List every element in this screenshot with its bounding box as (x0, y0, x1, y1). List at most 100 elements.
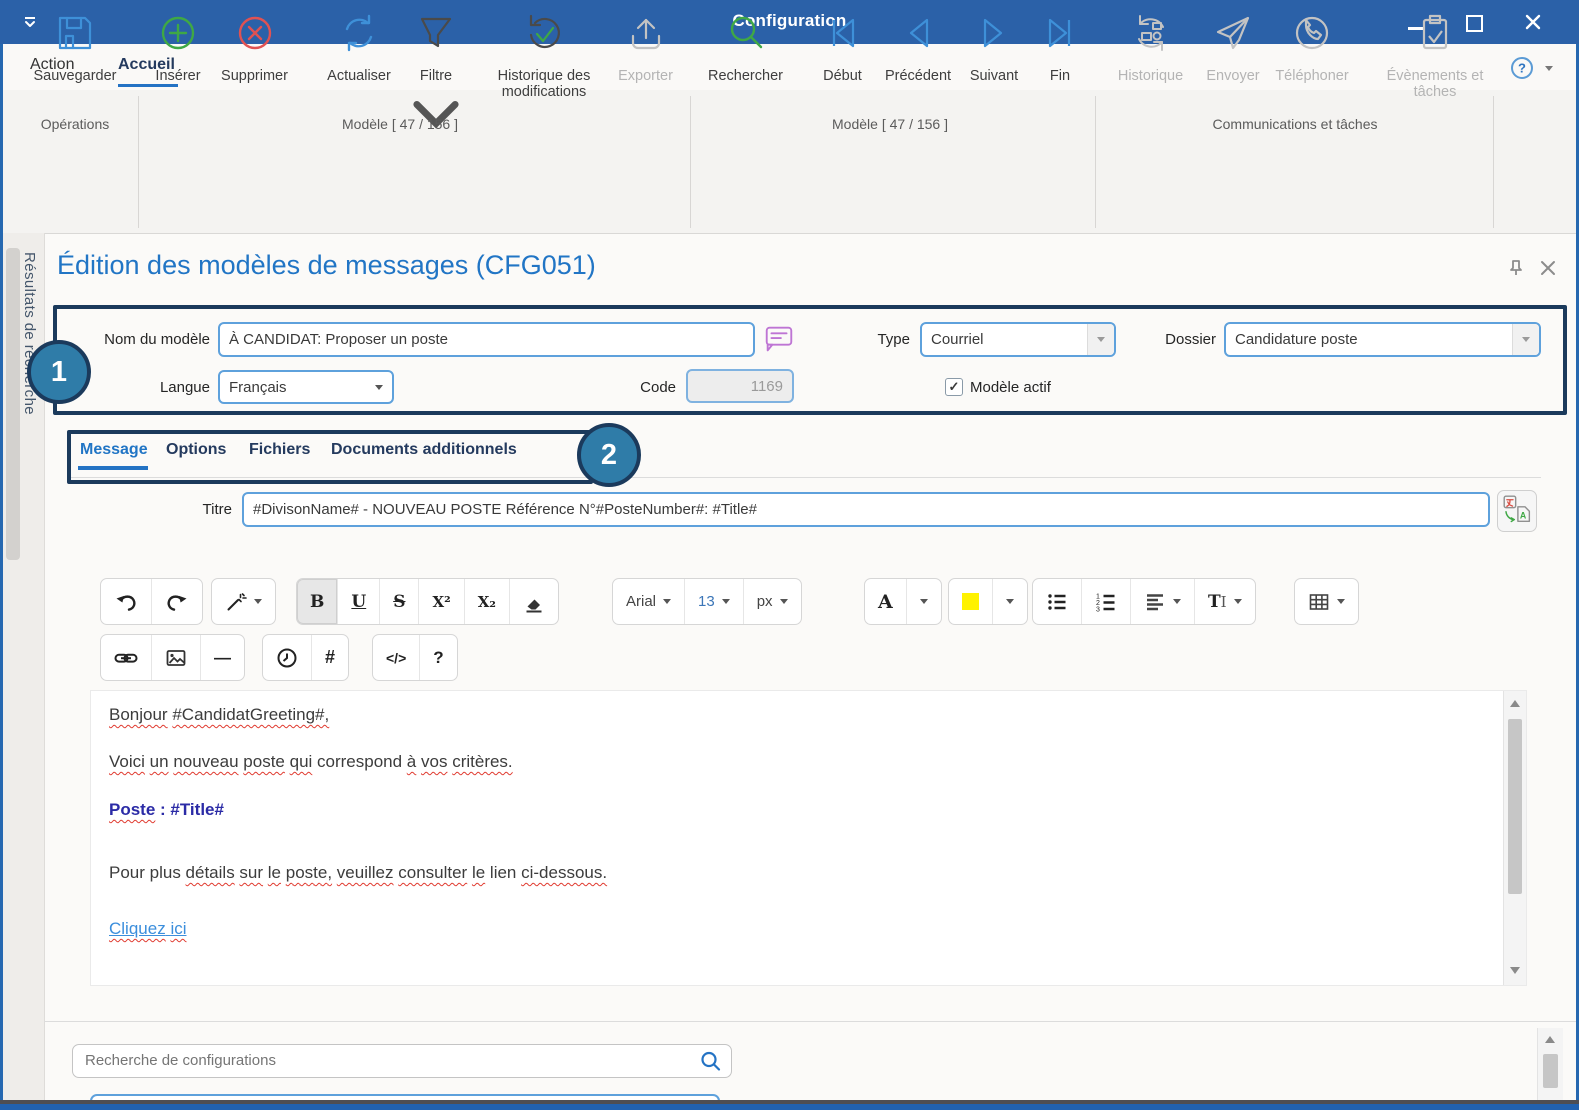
editor-line: Bonjour #CandidatGreeting#, (109, 705, 329, 725)
font-color-button[interactable]: A (865, 579, 906, 624)
refresh-label: Actualiser (327, 68, 391, 85)
history-button[interactable]: Historique (1103, 10, 1198, 84)
horizontal-rule-button[interactable]: — (200, 635, 244, 680)
code-input[interactable] (686, 369, 794, 403)
active-checkbox-label: Modèle actif (970, 379, 1051, 396)
highlight-color-button[interactable] (949, 579, 992, 624)
folder-select[interactable]: Candidature poste (1224, 322, 1541, 357)
translate-button[interactable]: A (1497, 490, 1537, 532)
editor-scrollbar-thumb[interactable] (1508, 719, 1522, 894)
save-button[interactable]: Sauvegarder (20, 10, 130, 84)
editor-content[interactable]: Bonjour #CandidatGreeting#, Voici un nou… (90, 690, 1527, 986)
toolbar-group-table (1294, 578, 1359, 625)
page-scroll-up-icon[interactable] (1545, 1036, 1555, 1043)
editor-scrollbar[interactable] (1503, 691, 1526, 985)
config-search-icon[interactable] (699, 1050, 722, 1078)
config-search-input[interactable] (75, 1047, 695, 1074)
toolbar-group-fontcolor: A (864, 578, 942, 625)
table-dropdown[interactable] (1295, 579, 1358, 624)
export-button[interactable]: Exporter (608, 10, 683, 84)
insert-button[interactable]: Insérer (143, 10, 213, 84)
text-style-dropdown[interactable]: TI (1194, 579, 1255, 624)
prev-record-button[interactable]: Précédent (872, 10, 964, 84)
source-code-button[interactable]: </> (373, 635, 419, 680)
clock-button[interactable] (263, 635, 311, 680)
page-scrollbar[interactable] (1537, 1028, 1563, 1100)
refresh-icon (336, 10, 382, 61)
redo-button[interactable] (151, 579, 202, 624)
image-button[interactable] (151, 635, 200, 680)
annotation-badge-1: 1 (27, 340, 91, 404)
close-button[interactable] (1525, 14, 1541, 35)
bold-button[interactable]: B (297, 579, 337, 624)
phone-icon (1289, 10, 1335, 61)
send-button[interactable]: Envoyer (1198, 10, 1268, 84)
toolbar-group-misc: </> ? (372, 634, 458, 681)
tab-message[interactable]: Message (80, 441, 148, 459)
pin-icon[interactable] (1506, 258, 1526, 283)
search-record-button[interactable]: Rechercher (698, 10, 793, 84)
ribbon-collapse-icon[interactable] (1545, 66, 1553, 71)
insert-icon (155, 10, 201, 61)
font-unit-dropdown[interactable]: px (743, 579, 801, 624)
undo-button[interactable] (101, 579, 151, 624)
group-caption-model1: Modèle [ 47 / 156 ] (300, 116, 500, 132)
bullet-list-button[interactable] (1033, 579, 1081, 624)
comment-icon[interactable] (762, 322, 796, 361)
superscript-button[interactable]: X² (418, 579, 463, 624)
editor-link-cliquez-ici[interactable]: Cliquez ici (109, 919, 187, 939)
message-title-input[interactable] (242, 492, 1490, 527)
merge-field-button[interactable]: # (311, 635, 348, 680)
history-icon (1128, 10, 1174, 61)
toolbar-group-font: Arial 13 px (612, 578, 802, 625)
numbered-list-button[interactable]: 123 (1081, 579, 1130, 624)
page-scrollbar-thumb[interactable] (1543, 1054, 1558, 1088)
toolbar-group-insert: — (100, 634, 245, 681)
editor-help-button[interactable]: ? (419, 635, 456, 680)
magic-wand-caret (254, 599, 262, 604)
history-modifications-button[interactable]: Historique des modifications (478, 10, 610, 101)
strikethrough-button[interactable]: S (379, 579, 418, 624)
first-record-button[interactable]: Début (815, 10, 870, 84)
first-record-label: Début (823, 68, 862, 85)
active-checkbox[interactable]: ✓ (945, 378, 963, 396)
subscript-button[interactable]: X₂ (464, 579, 509, 624)
type-label: Type (858, 331, 910, 348)
magic-wand-button[interactable] (212, 579, 275, 624)
font-size-dropdown[interactable]: 13 (684, 579, 743, 624)
remove-format-button[interactable] (509, 579, 558, 624)
language-value: Français (220, 379, 366, 396)
last-record-button[interactable]: Fin (1035, 10, 1085, 84)
prev-record-label: Précédent (885, 68, 951, 85)
tab-files[interactable]: Fichiers (249, 441, 310, 459)
help-icon[interactable]: ? (1510, 56, 1534, 85)
phone-button[interactable]: Téléphoner (1266, 10, 1358, 84)
events-tasks-button[interactable]: Évènements et tâches (1385, 10, 1485, 101)
tab-options[interactable]: Options (166, 441, 226, 459)
font-family-dropdown[interactable]: Arial (613, 579, 684, 624)
toolbar-group-undo (100, 578, 203, 625)
group-caption-operations: Opérations (20, 116, 130, 132)
next-record-button[interactable]: Suivant (963, 10, 1025, 84)
export-label: Exporter (618, 68, 673, 85)
history-modifications-icon (521, 10, 567, 61)
font-color-caret[interactable] (906, 579, 941, 624)
app-window: Configuration Action Accueil ? Sauvegard… (0, 0, 1579, 1110)
link-button[interactable] (101, 635, 151, 680)
ribbon-separator (1493, 96, 1494, 228)
template-name-input[interactable] (218, 322, 755, 357)
scroll-up-icon[interactable] (1510, 700, 1520, 707)
scroll-down-icon[interactable] (1510, 967, 1520, 974)
tab-additional-docs[interactable]: Documents additionnels (331, 441, 517, 459)
delete-button[interactable]: Supprimer (212, 10, 297, 84)
svg-text:A: A (1520, 510, 1527, 520)
highlight-color-caret[interactable] (992, 579, 1027, 624)
refresh-button[interactable]: Actualiser (315, 10, 403, 84)
type-select[interactable]: Courriel (920, 322, 1116, 357)
group-caption-comms: Communications et tâches (1190, 116, 1400, 132)
align-dropdown[interactable] (1130, 579, 1194, 624)
underline-button[interactable]: U (337, 579, 379, 624)
language-select[interactable]: Français (218, 370, 394, 404)
panel-close-icon[interactable] (1540, 260, 1556, 281)
history-modifications-label: Historique des modifications (478, 68, 610, 101)
